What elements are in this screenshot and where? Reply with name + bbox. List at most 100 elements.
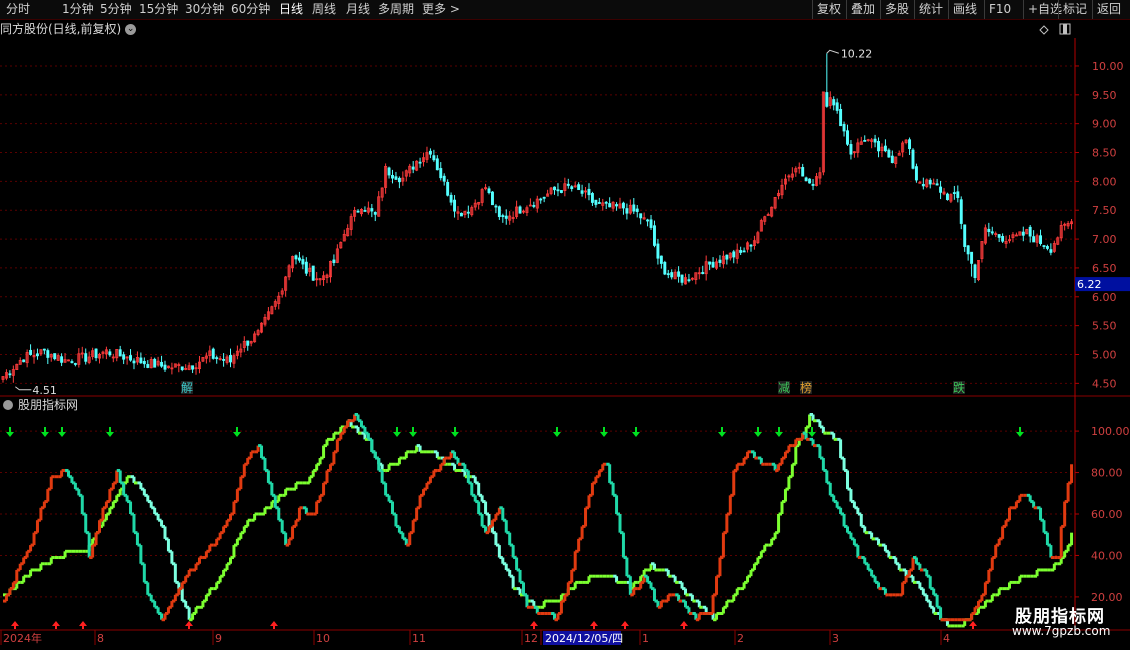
indicator-tick-label: 60.00 — [1091, 508, 1123, 521]
candle-body — [494, 205, 498, 208]
candle-body — [73, 363, 77, 365]
candle-body — [22, 359, 26, 363]
chevron-down-icon[interactable] — [3, 400, 13, 410]
panel-toggle-icon-fill — [1063, 24, 1067, 34]
candle-body — [1039, 235, 1042, 244]
candle-body — [229, 355, 232, 363]
candle-body — [973, 264, 977, 279]
candle-body — [649, 219, 653, 228]
price-tick-label: 5.50 — [1092, 320, 1117, 333]
candle-body — [887, 149, 891, 158]
candle-body — [621, 202, 625, 209]
candle-body — [566, 183, 570, 186]
candle-body — [956, 191, 960, 198]
sell-arrow-icon — [718, 427, 726, 437]
price-tick-label: 8.00 — [1092, 175, 1117, 188]
candle-body — [504, 215, 508, 219]
candle-body — [808, 178, 812, 184]
candle-body — [670, 272, 674, 278]
buy-arrow-icon — [270, 621, 278, 629]
price-tick-label: 10.00 — [1092, 60, 1124, 73]
candle-body — [29, 349, 33, 355]
candle-body — [570, 186, 574, 190]
candle-body — [911, 149, 915, 169]
sell-arrow-icon — [553, 427, 561, 437]
candle-body — [449, 194, 453, 203]
crosshair-date-label: 2024/12/05/四 — [545, 632, 623, 645]
candle-body — [935, 183, 939, 186]
buy-arrow-icon — [52, 621, 60, 629]
candle-body — [1028, 226, 1032, 237]
low-price-label: 4.51 — [32, 384, 57, 397]
candle-body — [304, 261, 308, 274]
candle-body — [725, 254, 729, 260]
sell-arrow-icon — [1016, 427, 1024, 437]
candle-body — [939, 186, 943, 193]
candle-body — [608, 203, 612, 208]
sell-arrow-icon — [106, 427, 114, 437]
sell-arrow-icon — [754, 427, 762, 437]
candle-body — [632, 204, 636, 212]
time-axis-label: 4 — [943, 632, 950, 645]
candle-body — [604, 201, 608, 204]
candle-body — [677, 271, 681, 277]
candle-body — [718, 259, 722, 263]
candle-body — [945, 193, 949, 201]
candle-body — [70, 361, 74, 364]
candle-body — [108, 351, 112, 356]
high-pointer — [826, 49, 839, 54]
buy-arrow-icon — [185, 621, 193, 629]
price-tick-label: 7.00 — [1092, 233, 1117, 246]
candle-body — [501, 215, 505, 217]
candle-body — [594, 199, 598, 205]
candle-body — [711, 261, 715, 268]
candle-body — [553, 186, 556, 191]
candle-body — [301, 259, 305, 265]
candle-body — [597, 202, 601, 204]
candle-body — [60, 356, 64, 363]
candle-body — [497, 206, 501, 218]
candle-body — [363, 210, 367, 212]
candle-body — [739, 250, 743, 253]
candle-body — [952, 192, 956, 194]
candle-body — [590, 193, 594, 203]
candle-body — [46, 350, 50, 358]
candle-body — [532, 205, 536, 207]
buy-arrow-icon — [969, 621, 977, 629]
candle-body — [8, 373, 12, 376]
candle-body — [146, 364, 150, 368]
buy-arrow-icon — [79, 621, 87, 629]
sell-arrow-icon — [808, 427, 816, 437]
current-price-label: 6.22 — [1077, 278, 1102, 291]
indicator-tick-label: 40.00 — [1091, 549, 1123, 562]
candle-body — [966, 245, 970, 255]
buy-arrow-icon — [590, 621, 598, 629]
candle-body — [742, 250, 746, 253]
time-axis-label: 2024年 — [3, 631, 42, 645]
candle-body — [846, 130, 849, 145]
candle-body — [635, 208, 639, 212]
time-axis-label: 10 — [316, 632, 330, 645]
candle-body — [1042, 245, 1046, 247]
buy-arrow-icon — [680, 621, 688, 629]
candle-body — [139, 357, 143, 364]
candle-body — [294, 255, 298, 260]
candle-body — [863, 140, 867, 142]
candle-body — [653, 225, 656, 246]
diamond-icon[interactable] — [1039, 25, 1049, 35]
candle-body — [1001, 236, 1005, 242]
candle-body — [180, 366, 184, 371]
candle-body — [804, 177, 808, 182]
candle-body — [1032, 236, 1036, 243]
time-axis-label: 2 — [737, 632, 744, 645]
candle-body — [666, 273, 670, 276]
sell-arrow-icon — [775, 427, 783, 437]
chart-canvas[interactable]: 10.00 9.50 9.00 8.50 8.00 7.50 7.00 6.50 6.00 5.5… — [0, 0, 1130, 650]
event-marker-0: 解 — [181, 381, 193, 395]
sell-arrow-icon — [6, 427, 14, 437]
sell-arrow-icon — [58, 427, 66, 437]
candle-body — [459, 212, 463, 217]
candle-body — [918, 181, 922, 184]
price-tick-label: 5.00 — [1092, 348, 1117, 361]
candle-body — [215, 357, 219, 360]
